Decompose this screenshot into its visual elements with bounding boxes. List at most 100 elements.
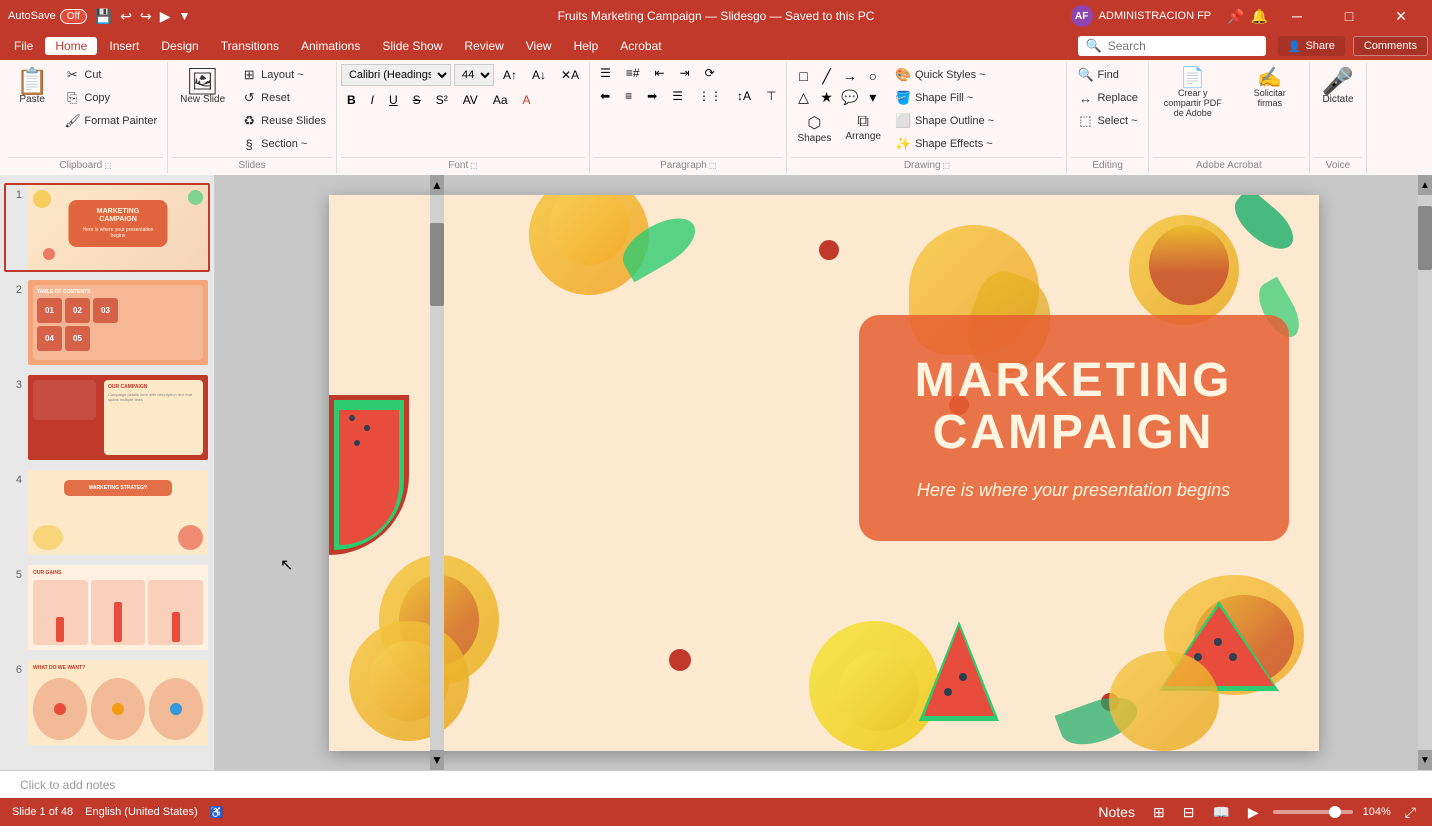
cut-button[interactable]: ✂ Cut xyxy=(58,64,163,86)
section-button[interactable]: § Section ~ xyxy=(235,133,332,155)
autosave-area[interactable]: AutoSave Off xyxy=(8,9,87,24)
scroll-thumb[interactable] xyxy=(430,223,444,306)
italic-button[interactable]: I xyxy=(365,91,380,109)
undo-icon[interactable]: ↩ xyxy=(120,8,132,25)
notes-button[interactable]: Notes xyxy=(1094,802,1139,822)
adobe-request-button[interactable]: ✍ Solicitar firmas xyxy=(1235,64,1305,112)
paragraph-expand-icon[interactable]: ⬚ xyxy=(709,161,717,170)
font-size-select[interactable]: 44 xyxy=(454,64,494,86)
quick-styles-button[interactable]: 🎨 Quick Styles ~ xyxy=(889,64,1000,86)
format-painter-button[interactable]: 🖌 Format Painter xyxy=(58,110,163,132)
char-spacing-button[interactable]: AV xyxy=(457,91,484,109)
customize-icon[interactable]: ▼ xyxy=(179,9,191,23)
arrange-button[interactable]: ⧉ Arrange xyxy=(839,111,887,146)
right-scroll-down[interactable]: ▼ xyxy=(1418,750,1432,770)
increase-font-button[interactable]: A↑ xyxy=(497,66,523,84)
menu-acrobat[interactable]: Acrobat xyxy=(610,37,671,55)
slide-thumb-5[interactable]: 5 OUR GAINS xyxy=(4,563,210,652)
shape-arrow[interactable]: → xyxy=(840,66,860,86)
align-center-button[interactable]: ≡ xyxy=(619,87,638,105)
align-left-button[interactable]: ⬅ xyxy=(594,87,616,105)
replace-button[interactable]: ↔ Replace xyxy=(1071,87,1143,109)
shape-outline-button[interactable]: ⬜ Shape Outline ~ xyxy=(889,110,1000,132)
font-color-button[interactable]: A xyxy=(517,91,537,109)
menu-file[interactable]: File xyxy=(4,37,43,55)
smart-art-button[interactable]: ⟳ xyxy=(699,64,721,82)
text-case-button[interactable]: Aa xyxy=(487,91,514,109)
shape-tri[interactable]: △ xyxy=(793,87,813,107)
shadow-button[interactable]: S² xyxy=(430,91,454,109)
v-scrollbar[interactable]: ▲ ▼ xyxy=(430,175,444,770)
clipboard-expand-icon[interactable]: ⬚ xyxy=(104,161,112,170)
clear-format-button[interactable]: ✕A xyxy=(555,66,585,84)
menu-transitions[interactable]: Transitions xyxy=(211,37,289,55)
reuse-slides-button[interactable]: ♻ Reuse Slides xyxy=(235,110,332,132)
close-button[interactable]: ✕ xyxy=(1378,0,1424,32)
slide-thumb-2[interactable]: 2 TABLE OF CONTENTS 01 02 03 04 05 xyxy=(4,278,210,367)
shape-more[interactable]: ▾ xyxy=(863,87,883,107)
slide-thumb-3[interactable]: 3 OUR CAMPAIGN Campaign details here wit… xyxy=(4,373,210,462)
justify-button[interactable]: ☰ xyxy=(666,87,689,105)
align-right-button[interactable]: ➡ xyxy=(641,87,663,105)
find-button[interactable]: 🔍 Find xyxy=(1071,64,1143,86)
shape-oval[interactable]: ○ xyxy=(863,66,883,86)
text-direction-button[interactable]: ↕A xyxy=(731,87,757,105)
present-icon[interactable]: ▶ xyxy=(160,8,171,25)
shape-star[interactable]: ★ xyxy=(817,87,837,107)
font-expand-icon[interactable]: ⬚ xyxy=(470,161,478,170)
menu-home[interactable]: Home xyxy=(45,37,97,55)
scroll-up[interactable]: ▲ xyxy=(430,175,444,195)
zoom-thumb[interactable] xyxy=(1329,806,1341,818)
menu-insert[interactable]: Insert xyxy=(99,37,149,55)
shapes-button[interactable]: ⬡ Shapes xyxy=(791,111,837,146)
decrease-font-button[interactable]: A↓ xyxy=(526,66,552,84)
shape-effects-button[interactable]: ✨ Shape Effects ~ xyxy=(889,133,1000,155)
right-scroll-thumb[interactable] xyxy=(1418,206,1432,270)
drawing-expand-icon[interactable]: ⬚ xyxy=(943,161,951,170)
strikethrough-button[interactable]: S xyxy=(407,91,427,109)
slide-thumb-4[interactable]: 4 MARKETING STRATEGY xyxy=(4,468,210,557)
shape-callout[interactable]: 💬 xyxy=(840,87,860,107)
font-family-select[interactable]: Calibri (Headings) xyxy=(341,64,451,86)
menu-view[interactable]: View xyxy=(516,37,562,55)
right-scroll-up[interactable]: ▲ xyxy=(1418,175,1432,195)
zoom-slider[interactable] xyxy=(1273,810,1353,814)
menu-review[interactable]: Review xyxy=(454,37,513,55)
slide-thumb-1[interactable]: 1 MARKETINGCAMPAIGN Here is where your p… xyxy=(4,183,210,272)
layout-button[interactable]: ⊞ Layout ~ xyxy=(235,64,332,86)
share-button[interactable]: 👤 Share xyxy=(1278,36,1345,56)
right-scrollbar[interactable]: ▲ ▼ xyxy=(1418,175,1432,770)
redo-icon[interactable]: ↪ xyxy=(140,8,152,25)
bold-button[interactable]: B xyxy=(341,91,362,109)
ribbon-icon[interactable]: 📌 xyxy=(1227,8,1244,25)
columns-button[interactable]: ⋮⋮ xyxy=(692,87,728,105)
dictate-button[interactable]: 🎤 Dictate xyxy=(1314,64,1362,109)
underline-button[interactable]: U xyxy=(383,91,404,109)
avatar[interactable]: AF xyxy=(1071,5,1093,27)
shape-line[interactable]: ╱ xyxy=(817,66,837,86)
select-button[interactable]: ⬚ Select ~ xyxy=(1071,110,1143,132)
paste-button[interactable]: 📋 Paste xyxy=(8,64,56,109)
autosave-toggle[interactable]: Off xyxy=(60,9,87,24)
notes-area[interactable]: Click to add notes xyxy=(0,770,1432,798)
decrease-indent-button[interactable]: ⇤ xyxy=(649,64,671,82)
bullets-button[interactable]: ☰ xyxy=(594,64,617,82)
numbering-button[interactable]: ≡# xyxy=(620,64,646,82)
settings-icon[interactable]: 🔔 xyxy=(1251,8,1268,25)
menu-help[interactable]: Help xyxy=(564,37,609,55)
reset-button[interactable]: ↺ Reset xyxy=(235,87,332,109)
text-align-vert-button[interactable]: ⊤ xyxy=(760,87,782,105)
comments-button[interactable]: Comments xyxy=(1353,36,1428,56)
maximize-button[interactable]: □ xyxy=(1326,0,1372,32)
shape-fill-button[interactable]: 🪣 Shape Fill ~ xyxy=(889,87,1000,109)
menu-design[interactable]: Design xyxy=(151,37,208,55)
menu-slideshow[interactable]: Slide Show xyxy=(372,37,452,55)
new-slide-button[interactable]: 🖼 New Slide xyxy=(172,64,233,109)
search-input[interactable] xyxy=(1108,39,1258,53)
minimize-button[interactable]: ─ xyxy=(1274,0,1320,32)
copy-button[interactable]: ⎘ Copy xyxy=(58,87,163,109)
increase-indent-button[interactable]: ⇥ xyxy=(674,64,696,82)
menu-animations[interactable]: Animations xyxy=(291,37,370,55)
slide-thumb-6[interactable]: 6 WHAT DO WE WANT? xyxy=(4,658,210,747)
search-box[interactable]: 🔍 xyxy=(1078,36,1266,56)
